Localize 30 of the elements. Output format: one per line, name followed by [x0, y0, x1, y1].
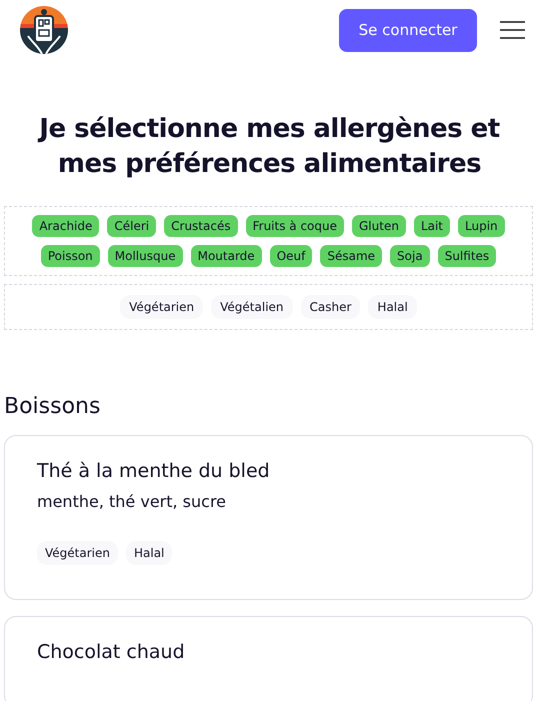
dish-name: Thé à la menthe du bled [37, 460, 271, 482]
allergen-chip[interactable]: Sésame [320, 245, 382, 268]
login-button[interactable]: Se connecter [339, 8, 477, 52]
allergen-chip[interactable]: Oeuf [270, 245, 312, 268]
allergen-chip[interactable]: Lait [414, 215, 450, 238]
allergen-chip[interactable]: Moutarde [190, 245, 262, 268]
logo-icon[interactable] [20, 6, 68, 54]
dish-ingredients: menthe, thé vert, sucre [37, 492, 228, 512]
dish-card[interactable]: Thé à la menthe du bled menthe, thé vert, sucre Végétarien Halal [4, 435, 533, 600]
allergen-chip[interactable]: Crustacés [164, 215, 238, 238]
allergen-chip[interactable]: Lupin [458, 215, 505, 238]
page-title: Je sélectionne mes allergènes et mes préférences alimentaires [36, 113, 501, 182]
allergen-chip[interactable]: Fruits à coque [246, 215, 344, 238]
allergen-chip[interactable]: Gluten [352, 215, 406, 238]
allergen-chip[interactable]: Poisson [40, 245, 100, 268]
allergen-chip[interactable]: Soja [390, 245, 430, 268]
preference-chip[interactable]: Casher [300, 295, 360, 320]
allergen-chip[interactable]: Céleri [107, 215, 156, 238]
allergen-chip[interactable]: Sulfites [438, 245, 496, 268]
menu-icon[interactable] [500, 21, 525, 39]
preference-chip[interactable]: Halal [368, 295, 417, 320]
allergen-chip[interactable]: Mollusque [108, 245, 183, 268]
diet-tag: Halal [126, 541, 172, 566]
preference-chip[interactable]: Végétalien [211, 295, 293, 320]
dish-name: Chocolat chaud [37, 641, 186, 664]
diet-tag: Végétarien [37, 541, 118, 566]
section-title: Boissons [4, 394, 102, 420]
allergen-chip[interactable]: Arachide [32, 215, 100, 238]
preference-chip[interactable]: Végétarien [120, 295, 204, 320]
dish-card[interactable]: Chocolat chaud [4, 616, 533, 701]
